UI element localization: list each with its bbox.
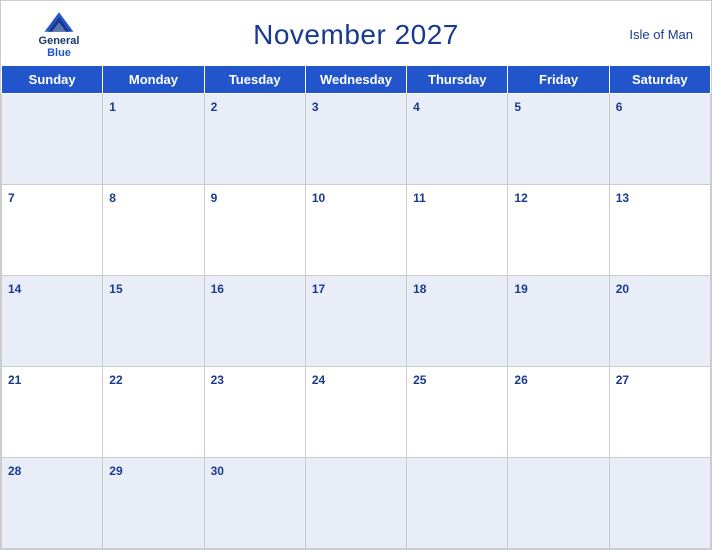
- day-number: 23: [211, 373, 224, 387]
- header-thursday: Thursday: [407, 66, 508, 94]
- calendar-day-cell: 25: [407, 367, 508, 458]
- calendar-day-cell: 30: [204, 458, 305, 549]
- calendar-day-cell: 3: [305, 94, 406, 185]
- day-number: 30: [211, 464, 224, 478]
- logo-icon: [43, 11, 75, 33]
- calendar-day-cell: 15: [103, 276, 204, 367]
- calendar-day-cell: 5: [508, 94, 609, 185]
- logo-general: General: [39, 35, 80, 47]
- day-number: 26: [514, 373, 527, 387]
- day-number: 17: [312, 282, 325, 296]
- calendar-day-cell: 29: [103, 458, 204, 549]
- calendar-day-cell: 2: [204, 94, 305, 185]
- day-number: 24: [312, 373, 325, 387]
- day-number: 21: [8, 373, 21, 387]
- header-tuesday: Tuesday: [204, 66, 305, 94]
- calendar-container: General Blue November 2027 Isle of Man S…: [0, 0, 712, 550]
- calendar-week-row: 21 22 23 24 25 26 27: [2, 367, 711, 458]
- day-number: 19: [514, 282, 527, 296]
- day-number: 6: [616, 100, 623, 114]
- calendar-day-cell: [609, 458, 710, 549]
- header-saturday: Saturday: [609, 66, 710, 94]
- day-number: 20: [616, 282, 629, 296]
- calendar-day-cell: 7: [2, 185, 103, 276]
- calendar-week-row: 14 15 16 17 18 19 20: [2, 276, 711, 367]
- weekday-header-row: Sunday Monday Tuesday Wednesday Thursday…: [2, 66, 711, 94]
- day-number: 28: [8, 464, 21, 478]
- calendar-week-row: 7 8 9 10 11 12 13: [2, 185, 711, 276]
- day-number: 9: [211, 191, 218, 205]
- calendar-day-cell: 23: [204, 367, 305, 458]
- day-number: 16: [211, 282, 224, 296]
- logo-blue: Blue: [47, 47, 71, 59]
- calendar-table: Sunday Monday Tuesday Wednesday Thursday…: [1, 65, 711, 549]
- calendar-day-cell: 11: [407, 185, 508, 276]
- day-number: 3: [312, 100, 319, 114]
- calendar-day-cell: 9: [204, 185, 305, 276]
- calendar-day-cell: 6: [609, 94, 710, 185]
- calendar-day-cell: [508, 458, 609, 549]
- day-number: 7: [8, 191, 15, 205]
- day-number: 14: [8, 282, 21, 296]
- region-area: Isle of Man: [613, 26, 693, 44]
- calendar-day-cell: 16: [204, 276, 305, 367]
- calendar-day-cell: 1: [103, 94, 204, 185]
- logo-area: General Blue: [19, 11, 99, 59]
- calendar-week-row: 1 2 3 4 5 6: [2, 94, 711, 185]
- day-number: 2: [211, 100, 218, 114]
- calendar-day-cell: 18: [407, 276, 508, 367]
- day-number: 1: [109, 100, 116, 114]
- calendar-day-cell: 26: [508, 367, 609, 458]
- day-number: 27: [616, 373, 629, 387]
- day-number: 25: [413, 373, 426, 387]
- calendar-day-cell: 22: [103, 367, 204, 458]
- calendar-day-cell: 20: [609, 276, 710, 367]
- calendar-day-cell: 27: [609, 367, 710, 458]
- calendar-day-cell: [407, 458, 508, 549]
- day-number: 8: [109, 191, 116, 205]
- calendar-day-cell: 13: [609, 185, 710, 276]
- calendar-day-cell: 4: [407, 94, 508, 185]
- calendar-day-cell: [2, 94, 103, 185]
- calendar-day-cell: 21: [2, 367, 103, 458]
- calendar-day-cell: 19: [508, 276, 609, 367]
- calendar-title: November 2027: [99, 19, 613, 51]
- calendar-day-cell: 24: [305, 367, 406, 458]
- day-number: 5: [514, 100, 521, 114]
- calendar-day-cell: 8: [103, 185, 204, 276]
- header-wednesday: Wednesday: [305, 66, 406, 94]
- calendar-day-cell: 17: [305, 276, 406, 367]
- calendar-header: General Blue November 2027 Isle of Man: [1, 1, 711, 65]
- header-friday: Friday: [508, 66, 609, 94]
- day-number: 29: [109, 464, 122, 478]
- day-number: 22: [109, 373, 122, 387]
- region-label: Isle of Man: [629, 27, 693, 42]
- calendar-day-cell: 10: [305, 185, 406, 276]
- day-number: 4: [413, 100, 420, 114]
- title-area: November 2027: [99, 19, 613, 51]
- calendar-week-row: 28 29 30: [2, 458, 711, 549]
- calendar-day-cell: 12: [508, 185, 609, 276]
- day-number: 18: [413, 282, 426, 296]
- day-number: 11: [413, 191, 426, 205]
- day-number: 13: [616, 191, 629, 205]
- header-monday: Monday: [103, 66, 204, 94]
- calendar-day-cell: 28: [2, 458, 103, 549]
- calendar-day-cell: 14: [2, 276, 103, 367]
- day-number: 15: [109, 282, 122, 296]
- day-number: 12: [514, 191, 527, 205]
- calendar-day-cell: [305, 458, 406, 549]
- day-number: 10: [312, 191, 325, 205]
- header-sunday: Sunday: [2, 66, 103, 94]
